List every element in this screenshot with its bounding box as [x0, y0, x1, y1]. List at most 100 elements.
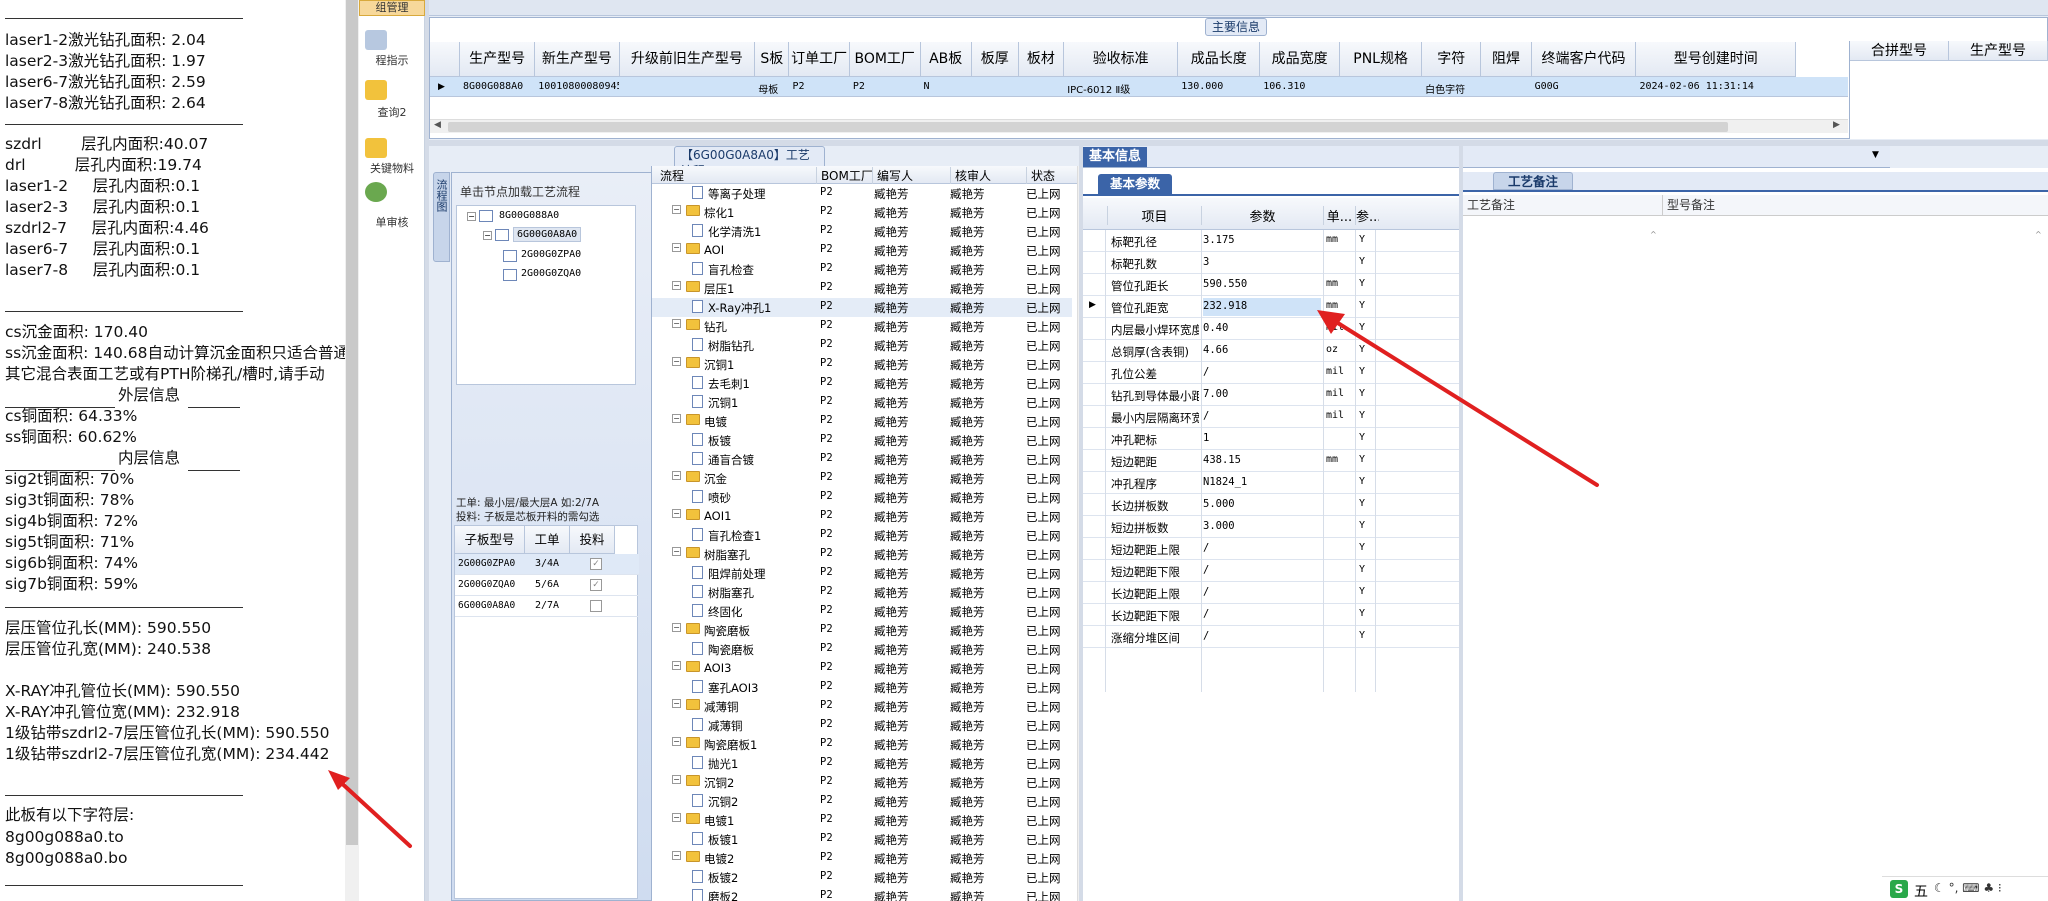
param-value-cell[interactable]: 4.66	[1203, 344, 1321, 356]
flow-row[interactable]: − 棕化1 P2 臧艳芳 臧艳芳 已上网	[652, 203, 1072, 222]
scroll-up-icon[interactable]: ^	[2035, 230, 2042, 239]
param-value-cell[interactable]: 3.000	[1203, 520, 1321, 532]
param-value-cell[interactable]: /	[1203, 608, 1321, 620]
column-header[interactable]: AB板	[920, 42, 972, 77]
column-header[interactable]: 合拼型号	[1850, 41, 1949, 61]
tree-node-child[interactable]: 2G00G0ZQA0	[521, 268, 581, 279]
grid-cell[interactable]: 白色字符	[1425, 81, 1480, 96]
flow-row[interactable]: 等离子处理 P2 臧艳芳 臧艳芳 已上网	[652, 184, 1072, 203]
column-header[interactable]: 单...	[1323, 206, 1355, 225]
column-header[interactable]: 核审人	[950, 167, 991, 184]
flow-row[interactable]: 喷砂 P2 臧艳芳 臧艳芳 已上网	[652, 488, 1072, 507]
param-row[interactable]: 短边靶距上限 / Y	[1083, 538, 1468, 560]
flow-row[interactable]: − 电镀2 P2 臧艳芳 臧艳芳 已上网	[652, 849, 1072, 868]
main-info-data-row[interactable]: ▶ 8G00G088A0 10010800080945 母板 P2 P2 N IPC-6012…	[430, 77, 1848, 97]
collapse-icon[interactable]: −	[672, 319, 681, 328]
scroll-up-icon[interactable]: ^	[1650, 230, 1657, 239]
param-value-cell[interactable]: /	[1203, 542, 1321, 554]
param-value-cell[interactable]: 3.175	[1203, 234, 1321, 246]
param-row[interactable]: 标靶孔数 3 Y	[1083, 252, 1468, 274]
column-header[interactable]: 阻焊	[1481, 42, 1532, 77]
flow-row[interactable]: − 钻孔 P2 臧艳芳 臧艳芳 已上网	[652, 317, 1072, 336]
column-header[interactable]: 升级前旧生产型号	[619, 42, 756, 77]
feed-checkbox[interactable]: ✓	[590, 558, 602, 570]
column-header[interactable]: 新生产型号	[535, 42, 620, 77]
param-value-cell[interactable]: 590.550	[1203, 278, 1321, 290]
hscrollbar-thumb[interactable]	[448, 122, 1728, 132]
tree-collapse-icon[interactable]: −	[467, 212, 476, 221]
scroll-right-icon[interactable]: ▶	[1833, 120, 1840, 130]
flow-row[interactable]: − 沉金 P2 臧艳芳 臧艳芳 已上网	[652, 469, 1072, 488]
param-value-cell[interactable]: 3	[1203, 256, 1321, 268]
flow-row[interactable]: 阻焊前处理 P2 臧艳芳 臧艳芳 已上网	[652, 564, 1072, 583]
nav-item-process-guide[interactable]: 程指示	[359, 52, 425, 68]
flow-row[interactable]: − 沉铜2 P2 臧艳芳 臧艳芳 已上网	[652, 773, 1072, 792]
column-header[interactable]: 字符	[1422, 42, 1482, 77]
param-value-cell[interactable]: /	[1203, 586, 1321, 598]
panel-dropdown-icon[interactable]: ▼	[1872, 150, 1879, 160]
flow-row[interactable]: − AOI P2 臧艳芳 臧艳芳 已上网	[652, 241, 1072, 260]
grid-cell[interactable]: 130.000	[1181, 81, 1259, 92]
column-header[interactable]: 流程	[656, 167, 684, 184]
flow-row[interactable]: − 陶瓷磨板1 P2 臧艳芳 臧艳芳 已上网	[652, 735, 1072, 754]
flow-row[interactable]: 树脂钻孔 P2 臧艳芳 臧艳芳 已上网	[652, 336, 1072, 355]
nav-item-group-manage[interactable]: 组管理	[359, 0, 425, 16]
tree-node-root[interactable]: 8G00G088A0	[499, 210, 559, 221]
feed-checkbox[interactable]	[590, 600, 602, 612]
flow-row[interactable]: 减薄铜 P2 臧艳芳 臧艳芳 已上网	[652, 716, 1072, 735]
column-header[interactable]: 参数	[1201, 206, 1323, 225]
column-header[interactable]: 板厚	[971, 42, 1019, 77]
collapse-icon[interactable]: −	[672, 509, 681, 518]
param-row[interactable]: 涨缩分堆区间 / Y	[1083, 626, 1468, 648]
column-header[interactable]: 板材	[1018, 42, 1065, 77]
flow-row[interactable]: 磨板2 P2 臧艳芳 臧艳芳 已上网	[652, 887, 1072, 901]
ime-mode[interactable]: 五	[1914, 881, 1928, 901]
param-row[interactable]: 长边靶距上限 / Y	[1083, 582, 1468, 604]
flow-row[interactable]: X-Ray冲孔1 P2 臧艳芳 臧艳芳 已上网	[652, 298, 1072, 317]
column-header[interactable]: 子板型号	[455, 526, 525, 554]
column-header[interactable]: 投料	[570, 526, 615, 554]
column-header[interactable]: PNL规格	[1340, 42, 1423, 77]
grid-cell[interactable]: 母板	[758, 81, 788, 96]
param-value-cell[interactable]: 0.40	[1203, 322, 1321, 334]
column-header[interactable]: 验收标准	[1064, 42, 1179, 77]
param-value-cell[interactable]: 1	[1203, 432, 1321, 444]
param-row[interactable]: 长边靶距下限 / Y	[1083, 604, 1468, 626]
nav-item-query2[interactable]: 查询2	[359, 104, 425, 120]
grid-cell[interactable]: P2	[792, 81, 848, 92]
flow-row[interactable]: − 电镀 P2 臧艳芳 臧艳芳 已上网	[652, 412, 1072, 431]
collapse-icon[interactable]: −	[672, 813, 681, 822]
flow-row[interactable]: 通盲合镀 P2 臧艳芳 臧艳芳 已上网	[652, 450, 1072, 469]
column-header[interactable]: 编写人	[872, 167, 913, 184]
param-value-cell[interactable]: /	[1203, 564, 1321, 576]
collapse-icon[interactable]: −	[672, 737, 681, 746]
flow-row[interactable]: − 电镀1 P2 臧艳芳 臧艳芳 已上网	[652, 811, 1072, 830]
column-header[interactable]: BOM工厂	[816, 167, 873, 184]
param-value-cell[interactable]: 7.00	[1203, 388, 1321, 400]
column-header[interactable]: 终端客户代码	[1531, 42, 1637, 77]
flow-row[interactable]: 板镀 P2 臧艳芳 臧艳芳 已上网	[652, 431, 1072, 450]
collapse-icon[interactable]: −	[672, 699, 681, 708]
flow-row[interactable]: 盲孔检查1 P2 臧艳芳 臧艳芳 已上网	[652, 526, 1072, 545]
column-header[interactable]: BOM工厂	[849, 42, 921, 77]
tab-process-notes[interactable]: 工艺备注	[1493, 172, 1574, 190]
param-value-cell[interactable]: /	[1203, 410, 1321, 422]
nav-item-review[interactable]: 单审核	[359, 214, 425, 230]
grid-cell[interactable]: 2024-02-06 11:31:14	[1639, 81, 1795, 92]
flow-row[interactable]: 沉铜1 P2 臧艳芳 臧艳芳 已上网	[652, 393, 1072, 412]
collapse-icon[interactable]: −	[672, 775, 681, 784]
tree-node-child[interactable]: 2G00G0ZPA0	[521, 249, 581, 260]
param-value-cell[interactable]: /	[1203, 366, 1321, 378]
tab-flowchart[interactable]: 流程图	[433, 172, 450, 262]
grid-cell[interactable]: 106.310	[1263, 81, 1339, 92]
param-row[interactable]: 标靶孔径 3.175 mm Y	[1083, 230, 1468, 252]
param-value-cell[interactable]: /	[1203, 630, 1321, 642]
flow-row[interactable]: 塞孔AOI3 P2 臧艳芳 臧艳芳 已上网	[652, 678, 1072, 697]
flow-row[interactable]: 去毛刺1 P2 臧艳芳 臧艳芳 已上网	[652, 374, 1072, 393]
param-value-cell[interactable]: N1824_1	[1203, 476, 1321, 488]
flow-row[interactable]: − 沉铜1 P2 臧艳芳 臧艳芳 已上网	[652, 355, 1072, 374]
flow-row[interactable]: 板镀2 P2 臧艳芳 臧艳芳 已上网	[652, 868, 1072, 887]
param-value-cell[interactable]: 232.918	[1203, 298, 1321, 316]
table-row[interactable]: 2G00G0ZQA0 5/6A ✓	[455, 575, 639, 596]
table-row[interactable]: 6G00G0A8A0 2/7A	[455, 596, 639, 617]
